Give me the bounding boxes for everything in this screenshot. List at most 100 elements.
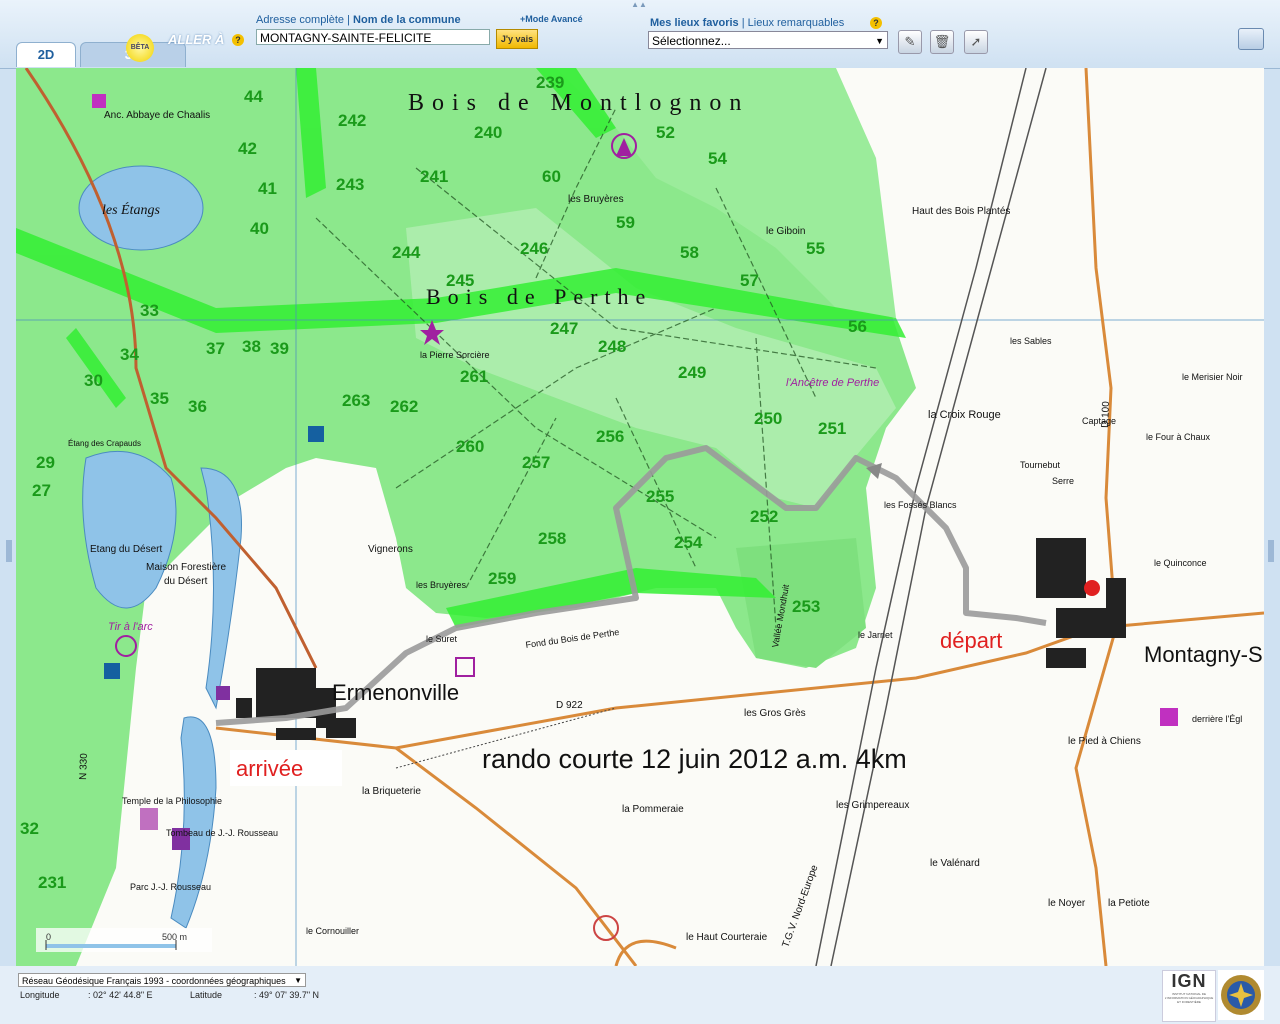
- scale-zero: 0: [46, 932, 51, 942]
- tombeau-label: Tombeau de J.-J. Rousseau: [166, 828, 278, 838]
- remarkable-places-link[interactable]: Lieux remarquables: [748, 17, 845, 29]
- parcel-number: 55: [806, 239, 825, 258]
- le-suret-label: le Suret: [426, 634, 458, 644]
- tir-arc-label: Tir à l'arc: [108, 621, 153, 633]
- parcel-number: 40: [250, 219, 269, 238]
- go-button[interactable]: J'y vais: [496, 29, 538, 49]
- parcel-number: 59: [616, 213, 635, 232]
- advanced-mode-link[interactable]: +Mode Avancé: [520, 14, 583, 24]
- parcel-number: 42: [238, 139, 257, 158]
- collapse-grip[interactable]: ▲▲: [624, 1, 654, 9]
- les-grimpereaux-label: les Grimpereaux: [836, 800, 909, 811]
- parcel-number: 39: [270, 339, 289, 358]
- parcel-number: 41: [258, 179, 277, 198]
- parcel-number: 33: [140, 301, 159, 320]
- parc-label: Parc J.-J. Rousseau: [130, 882, 211, 892]
- parcel-number: 251: [818, 419, 846, 438]
- map-viewport[interactable]: Bois de Montlognon Bois de Perthe Anc. A…: [16, 68, 1264, 966]
- separator: |: [347, 14, 350, 26]
- projection-select[interactable]: Réseau Géodésique Français 1993 - coordo…: [18, 973, 306, 987]
- parcel-number: 256: [596, 427, 624, 446]
- chevron-down-icon: ▼: [875, 36, 884, 46]
- etang-desert-label: Etang du Désert: [90, 544, 162, 555]
- montagny-village: [1036, 538, 1126, 668]
- parcel-number: 262: [390, 397, 418, 416]
- parcel-number: 247: [550, 319, 578, 338]
- address-input[interactable]: MONTAGNY-SAINTE-FELICITE: [256, 29, 490, 45]
- le-valenard-label: le Valénard: [930, 858, 980, 869]
- export-icon[interactable]: ➚: [964, 30, 988, 54]
- gros-gres-label: les Gros Grès: [744, 708, 806, 719]
- trash-icon[interactable]: 🗑: [930, 30, 954, 54]
- address-mode-labels: Adresse complète | Nom de la commune: [256, 14, 461, 26]
- parcel-number: 244: [392, 243, 421, 262]
- favorites-link[interactable]: Mes lieux favoris: [650, 17, 739, 29]
- cornouiller-label: le Cornouiller: [306, 926, 359, 936]
- fond-bois-perthe-label: Fond du Bois de Perthe: [525, 627, 620, 650]
- right-panel-grip[interactable]: [1268, 540, 1274, 562]
- parcel-number: 246: [520, 239, 548, 258]
- help-icon[interactable]: ?: [870, 17, 882, 29]
- haut-bois-plantes-label: Haut des Bois Plantés: [912, 206, 1010, 217]
- parcel-number: 243: [336, 175, 364, 194]
- info-icon: [455, 657, 475, 677]
- left-panel-grip[interactable]: [6, 540, 12, 562]
- le-giboin-label: le Giboin: [766, 226, 805, 237]
- parcel-number: 259: [488, 569, 516, 588]
- depart-label: départ: [940, 628, 1002, 653]
- parcel-number: 38: [242, 337, 261, 356]
- etang-desert-lake: [82, 450, 177, 609]
- parcel-number: 27: [32, 481, 51, 500]
- parcel-number: 32: [20, 819, 39, 838]
- parcel-number: 242: [338, 111, 366, 130]
- maison-label: Maison Forestière: [146, 562, 226, 573]
- latitude-value: : 49° 07' 39.7" N: [254, 990, 320, 1000]
- address-complete-link[interactable]: Adresse complète: [256, 14, 344, 26]
- longitude-label: Longitude: [20, 990, 60, 1000]
- longitude-value: : 02° 42' 44.8" E: [88, 990, 153, 1000]
- parcel-number: 253: [792, 597, 820, 616]
- church-icon: [1160, 708, 1178, 726]
- parcel-number: 254: [674, 533, 703, 552]
- tgv-label: T.G.V. Nord-Europe: [780, 863, 820, 949]
- tab-2d[interactable]: 2D: [16, 42, 76, 67]
- pin-icon[interactable]: ✎: [898, 30, 922, 54]
- government-emblem-icon: [1218, 970, 1264, 1020]
- window-icon[interactable]: [1238, 28, 1264, 50]
- aller-a-label: ALLER À: [168, 32, 225, 47]
- haut-courteraie-label: le Haut Courteraie: [686, 932, 768, 943]
- commune-name-link[interactable]: Nom de la commune: [353, 14, 461, 26]
- arrivee-label: arrivée: [236, 756, 303, 781]
- parcel-number: 252: [750, 507, 778, 526]
- park-water: [170, 716, 217, 929]
- parcel-number: 263: [342, 391, 370, 410]
- top-toolbar: ▲▲ 2D 3D BÊTA ALLER À ? Adresse complète…: [0, 0, 1280, 69]
- les-etangs-label: les Étangs: [102, 201, 160, 218]
- parking-icon: [308, 426, 324, 442]
- le-noyer-label: le Noyer: [1048, 898, 1086, 909]
- du-desert-label: du Désert: [164, 576, 208, 587]
- les-bruyeres-label: les Bruyères: [568, 194, 624, 205]
- scale-bar: 0 500 m: [36, 928, 212, 952]
- ermenonville-label: Ermenonville: [332, 680, 459, 705]
- parcel-number: 241: [420, 167, 448, 186]
- chateau-icon: [216, 686, 230, 700]
- help-icon[interactable]: ?: [232, 34, 244, 46]
- fosses-blancs-label: les Fossés Blancs: [884, 500, 957, 510]
- le-jarriet-label: le Jarriet: [858, 630, 893, 640]
- bois-montlognon-label: Bois de Montlognon: [408, 90, 749, 116]
- parcel-number: 34: [120, 345, 139, 364]
- vignerons-label: Vignerons: [368, 544, 413, 555]
- favorites-select[interactable]: Sélectionnez... ▼: [648, 31, 888, 49]
- derriere-label: derrière l'Égl: [1192, 714, 1242, 724]
- parcel-number: 257: [522, 453, 550, 472]
- parcel-number: 35: [150, 389, 169, 408]
- ign-logo-subtitle: INSTITUT NATIONAL DE L'INFORMATION GÉOGR…: [1164, 992, 1214, 1004]
- parcel-number: 58: [680, 243, 699, 262]
- parcel-number: 60: [542, 167, 561, 186]
- parcel-number: 54: [708, 149, 727, 168]
- ign-logo-title: IGN: [1171, 971, 1207, 991]
- parcel-number: 56: [848, 317, 867, 336]
- ign-logo[interactable]: IGN INSTITUT NATIONAL DE L'INFORMATION G…: [1162, 970, 1216, 1022]
- tournebut-label: Tournebut: [1020, 460, 1061, 470]
